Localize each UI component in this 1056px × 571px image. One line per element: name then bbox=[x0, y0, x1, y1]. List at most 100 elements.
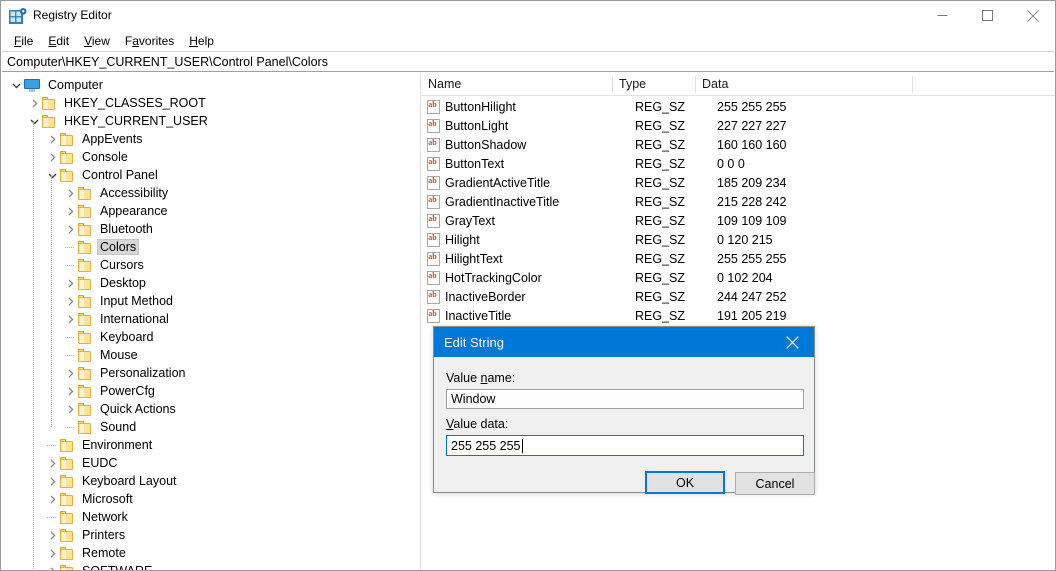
tree-item-eudc[interactable]: EUDC bbox=[2, 454, 394, 472]
folder-icon bbox=[60, 438, 74, 452]
column-divider[interactable] bbox=[912, 76, 913, 93]
string-value-icon: ab bbox=[427, 213, 440, 228]
tree-item-desktop[interactable]: Desktop bbox=[2, 274, 394, 292]
tree-item-sound[interactable]: Sound bbox=[2, 418, 394, 436]
tree-item-label: Sound bbox=[100, 420, 137, 434]
tree-guide-line bbox=[47, 517, 56, 518]
column-divider[interactable] bbox=[612, 76, 613, 93]
chevron-right-icon[interactable] bbox=[44, 526, 60, 544]
table-row[interactable]: ab ButtonShadow REG_SZ 160 160 160 bbox=[421, 135, 1037, 154]
tree-item-cursors[interactable]: Cursors bbox=[2, 256, 394, 274]
tree-item-personalization[interactable]: Personalization bbox=[2, 364, 394, 382]
tree-item-input-method[interactable]: Input Method bbox=[2, 292, 394, 310]
value-name-cell: ButtonHilight bbox=[445, 99, 516, 114]
chevron-right-icon[interactable] bbox=[44, 490, 60, 508]
tree-item-quick-actions[interactable]: Quick Actions bbox=[2, 400, 394, 418]
value-type-cell: REG_SZ bbox=[635, 308, 686, 323]
chevron-down-icon[interactable] bbox=[44, 166, 60, 184]
chevron-right-icon[interactable] bbox=[26, 94, 42, 112]
menu-item-edit[interactable]: Edit bbox=[41, 32, 77, 50]
chevron-right-icon[interactable] bbox=[62, 364, 78, 382]
folder-icon bbox=[78, 348, 92, 362]
menu-item-file[interactable]: File bbox=[7, 32, 41, 50]
chevron-right-icon[interactable] bbox=[44, 130, 60, 148]
value-type-cell: REG_SZ bbox=[635, 194, 686, 209]
table-row[interactable]: ab HilightText REG_SZ 255 255 255 bbox=[421, 249, 1037, 268]
tree-item-label: Personalization bbox=[100, 366, 186, 380]
table-row[interactable]: ab ButtonLight REG_SZ 227 227 227 bbox=[421, 116, 1037, 135]
table-row[interactable]: ab Hilight REG_SZ 0 120 215 bbox=[421, 230, 1037, 249]
close-button[interactable] bbox=[1010, 1, 1055, 30]
chevron-down-icon[interactable] bbox=[26, 112, 42, 130]
tree-item-environment[interactable]: Environment bbox=[2, 436, 394, 454]
menu-item-help[interactable]: Help bbox=[182, 32, 222, 50]
column-header-name[interactable]: Name bbox=[421, 73, 611, 95]
value-name-cell: InactiveTitle bbox=[445, 308, 512, 323]
table-row[interactable]: ab ButtonText REG_SZ 0 0 0 bbox=[421, 154, 1037, 173]
menu-item-favorites[interactable]: Favorites bbox=[118, 32, 182, 50]
tree-item-international[interactable]: International bbox=[2, 310, 394, 328]
tree-item-label: Mouse bbox=[100, 348, 138, 362]
tree-item-hkey-classes-root[interactable]: HKEY_CLASSES_ROOT bbox=[2, 94, 394, 112]
chevron-right-icon[interactable] bbox=[44, 562, 60, 570]
tree-item-bluetooth[interactable]: Bluetooth bbox=[2, 220, 394, 238]
table-row[interactable]: ab ButtonHilight REG_SZ 255 255 255 bbox=[421, 97, 1037, 116]
tree-item-microsoft[interactable]: Microsoft bbox=[2, 490, 394, 508]
value-data-input[interactable]: 255 255 255 bbox=[446, 435, 804, 456]
tree-item-network[interactable]: Network bbox=[2, 508, 394, 526]
ok-button[interactable]: OK bbox=[645, 471, 725, 494]
column-header-data[interactable]: Data bbox=[695, 73, 912, 95]
address-bar[interactable]: Computer\HKEY_CURRENT_USER\Control Panel… bbox=[2, 51, 1054, 72]
pane-splitter[interactable] bbox=[416, 73, 419, 570]
table-row[interactable]: ab GradientInactiveTitle REG_SZ 215 228 242 bbox=[421, 192, 1037, 211]
registry-values-list: ab ButtonHilight REG_SZ 255 255 255 ab Button… bbox=[421, 97, 1037, 325]
chevron-right-icon[interactable] bbox=[62, 382, 78, 400]
chevron-right-icon[interactable] bbox=[62, 274, 78, 292]
tree-item-remote[interactable]: Remote bbox=[2, 544, 394, 562]
chevron-right-icon[interactable] bbox=[62, 220, 78, 238]
dialog-close-button[interactable] bbox=[770, 327, 814, 357]
chevron-right-icon[interactable] bbox=[62, 202, 78, 220]
tree-item-printers[interactable]: Printers bbox=[2, 526, 394, 544]
tree-item-software[interactable]: SOFTWARE bbox=[2, 562, 394, 570]
folder-icon bbox=[60, 132, 74, 146]
tree-item-computer[interactable]: Computer bbox=[2, 76, 394, 94]
table-row[interactable]: ab InactiveTitle REG_SZ 191 205 219 bbox=[421, 306, 1037, 325]
table-row[interactable]: ab GradientActiveTitle REG_SZ 185 209 234 bbox=[421, 173, 1037, 192]
chevron-right-icon[interactable] bbox=[62, 310, 78, 328]
tree-item-powercfg[interactable]: PowerCfg bbox=[2, 382, 394, 400]
chevron-right-icon[interactable] bbox=[62, 292, 78, 310]
chevron-right-icon[interactable] bbox=[44, 148, 60, 166]
tree-item-keyboard[interactable]: Keyboard bbox=[2, 328, 394, 346]
table-row[interactable]: ab GrayText REG_SZ 109 109 109 bbox=[421, 211, 1037, 230]
value-type-cell: REG_SZ bbox=[635, 118, 686, 133]
tree-item-colors[interactable]: Colors bbox=[2, 238, 394, 256]
chevron-right-icon[interactable] bbox=[62, 184, 78, 202]
tree-item-mouse[interactable]: Mouse bbox=[2, 346, 394, 364]
window-controls bbox=[920, 1, 1055, 30]
chevron-right-icon[interactable] bbox=[44, 472, 60, 490]
tree-item-keyboard-layout[interactable]: Keyboard Layout bbox=[2, 472, 394, 490]
maximize-button[interactable] bbox=[965, 1, 1010, 30]
tree-item-appearance[interactable]: Appearance bbox=[2, 202, 394, 220]
tree-item-accessibility[interactable]: Accessibility bbox=[2, 184, 394, 202]
column-divider[interactable] bbox=[695, 76, 696, 93]
value-type-cell: REG_SZ bbox=[635, 251, 686, 266]
cancel-button[interactable]: Cancel bbox=[735, 472, 815, 495]
registry-tree: Computer HKEY_CLASSES_ROOT HKEY_CURRENT_US… bbox=[2, 76, 394, 570]
minimize-button[interactable] bbox=[920, 1, 965, 30]
value-name-input[interactable]: Window bbox=[446, 389, 804, 409]
column-header-type[interactable]: Type bbox=[612, 73, 694, 95]
tree-item-console[interactable]: Console bbox=[2, 148, 394, 166]
chevron-right-icon[interactable] bbox=[62, 400, 78, 418]
tree-item-control-panel[interactable]: Control Panel bbox=[2, 166, 394, 184]
registry-tree-pane: Computer HKEY_CLASSES_ROOT HKEY_CURRENT_US… bbox=[2, 73, 416, 570]
table-row[interactable]: ab HotTrackingColor REG_SZ 0 102 204 bbox=[421, 268, 1037, 287]
chevron-right-icon[interactable] bbox=[44, 544, 60, 562]
tree-item-hkey-current-user[interactable]: HKEY_CURRENT_USER bbox=[2, 112, 394, 130]
menu-item-view[interactable]: View bbox=[77, 32, 118, 50]
table-row[interactable]: ab InactiveBorder REG_SZ 244 247 252 bbox=[421, 287, 1037, 306]
chevron-right-icon[interactable] bbox=[44, 454, 60, 472]
tree-item-appevents[interactable]: AppEvents bbox=[2, 130, 394, 148]
chevron-down-icon[interactable] bbox=[8, 76, 24, 94]
